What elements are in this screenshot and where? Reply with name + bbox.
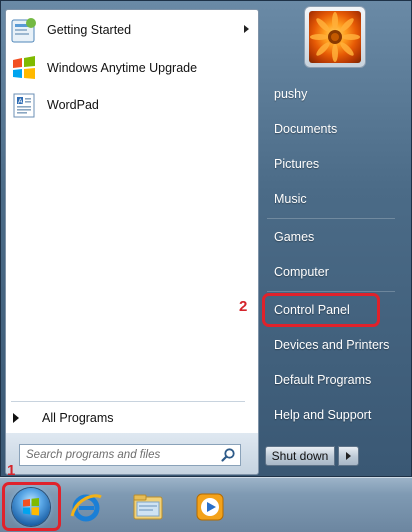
expand-arrow-icon — [13, 413, 19, 423]
annotation-highlight-start — [2, 482, 61, 531]
shutdown-button[interactable]: Shut down — [265, 446, 335, 466]
menu-item-label: Help and Support — [274, 408, 372, 422]
shutdown-label: Shut down — [271, 449, 329, 463]
program-windows-anytime-upgrade[interactable]: Windows Anytime Upgrade — [9, 51, 253, 85]
separator — [267, 218, 395, 219]
menu-item-label: Devices and Printers — [274, 338, 390, 352]
search-input[interactable] — [19, 444, 241, 466]
menu-item-help-and-support[interactable]: Help and Support — [263, 401, 393, 429]
separator — [11, 401, 245, 402]
menu-item-label: Pictures — [274, 157, 320, 171]
flower-icon — [310, 12, 360, 62]
program-label: Windows Anytime Upgrade — [47, 61, 198, 75]
menu-item-label: Default Programs — [274, 373, 372, 387]
program-wordpad[interactable]: A WordPad — [9, 88, 253, 122]
internet-explorer-icon[interactable] — [68, 489, 104, 525]
menu-item-label: Documents — [274, 122, 338, 136]
submenu-arrow-icon[interactable] — [244, 25, 249, 33]
getting-started-icon — [11, 18, 36, 43]
menu-item-label: Games — [274, 230, 315, 244]
search-icon[interactable] — [220, 447, 236, 463]
program-label: Getting Started — [47, 23, 132, 37]
file-explorer-icon[interactable] — [130, 489, 166, 525]
menu-item-default-programs[interactable]: Default Programs — [263, 366, 393, 394]
start-menu: Getting Started Windows Anytime Upgrade … — [0, 0, 412, 477]
svg-text:A: A — [18, 99, 23, 106]
menu-item-computer[interactable]: Computer — [263, 258, 393, 286]
menu-item-music[interactable]: Music — [263, 185, 393, 213]
annotation-highlight-control-panel — [262, 293, 380, 327]
wordpad-icon: A — [13, 93, 35, 118]
media-player-icon[interactable] — [192, 489, 228, 525]
user-picture-frame[interactable] — [304, 6, 366, 68]
menu-item-user[interactable]: pushy — [263, 80, 393, 108]
all-programs-label: All Programs — [42, 411, 114, 425]
menu-item-documents[interactable]: Documents — [263, 115, 393, 143]
windows-logo-icon — [13, 56, 35, 79]
all-programs-button[interactable]: All Programs — [13, 406, 245, 430]
shutdown-options-button[interactable] — [338, 446, 359, 466]
program-label: WordPad — [47, 98, 99, 112]
annotation-number: 1 — [7, 462, 16, 479]
avatar — [309, 11, 361, 63]
menu-item-label: pushy — [274, 87, 308, 101]
menu-item-pictures[interactable]: Pictures — [263, 150, 393, 178]
menu-item-devices-and-printers[interactable]: Devices and Printers — [263, 331, 393, 359]
menu-item-label: Computer — [274, 265, 329, 279]
program-getting-started[interactable]: Getting Started — [9, 13, 253, 47]
separator — [267, 291, 395, 292]
annotation-number: 2 — [239, 298, 248, 315]
menu-item-label: Music — [274, 192, 307, 206]
menu-item-games[interactable]: Games — [263, 223, 393, 251]
